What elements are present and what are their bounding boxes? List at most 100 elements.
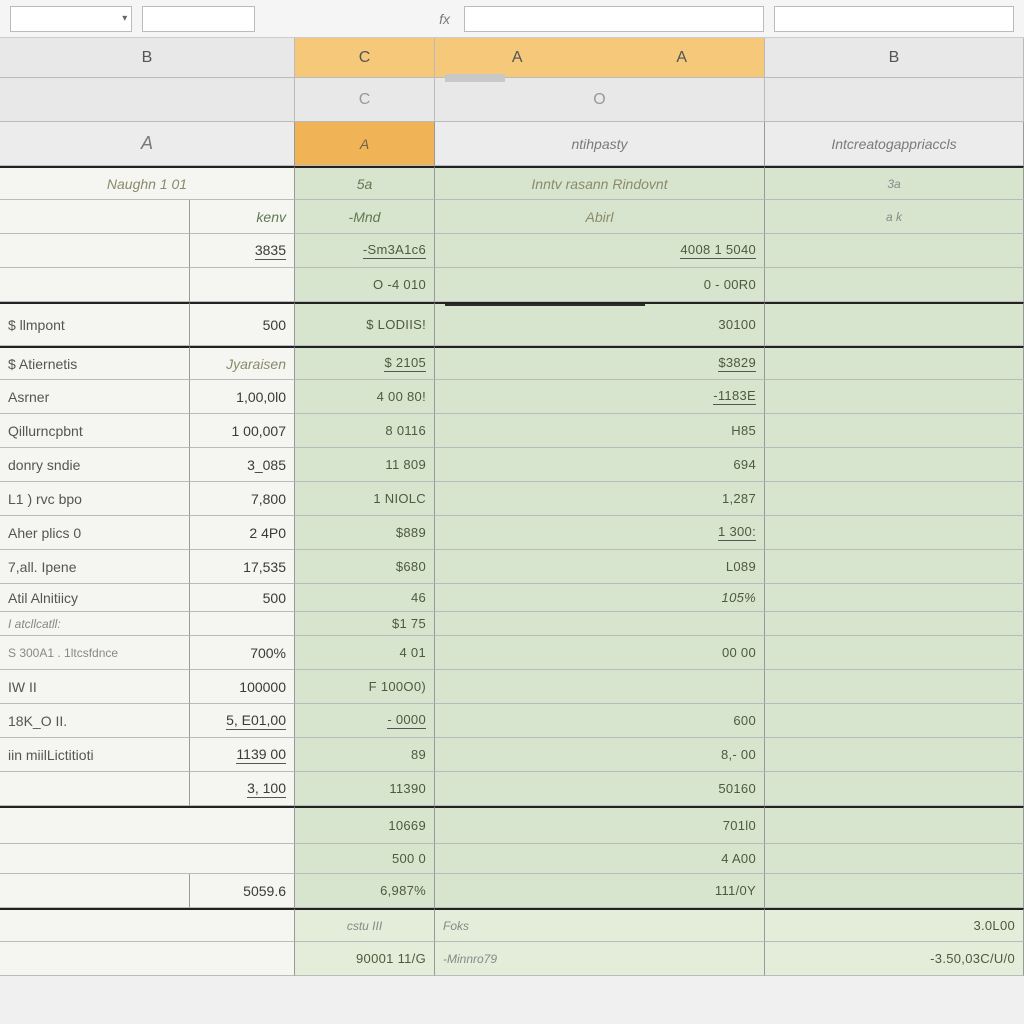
- cell[interactable]: [765, 268, 1024, 302]
- cell[interactable]: [0, 772, 190, 806]
- cell[interactable]: [765, 448, 1024, 482]
- cell[interactable]: [765, 806, 1024, 844]
- cell[interactable]: 694: [435, 448, 765, 482]
- fx-label[interactable]: fx: [435, 11, 454, 27]
- cell[interactable]: 11 809: [295, 448, 435, 482]
- cell-title-mid[interactable]: ntihpasty: [435, 122, 765, 166]
- cell[interactable]: IW II: [0, 670, 190, 704]
- col-header-B2[interactable]: B: [765, 38, 1024, 78]
- cell[interactable]: 90001 11/G: [295, 942, 435, 976]
- cell[interactable]: 600: [435, 704, 765, 738]
- cell[interactable]: 3_085: [190, 448, 295, 482]
- cell-header-e[interactable]: 3a: [765, 166, 1024, 200]
- cell[interactable]: [765, 636, 1024, 670]
- col-header-blank[interactable]: [0, 78, 295, 122]
- cell[interactable]: [765, 550, 1024, 584]
- cell[interactable]: [765, 584, 1024, 612]
- cell[interactable]: 1139 00: [190, 738, 295, 772]
- cell[interactable]: 700%: [190, 636, 295, 670]
- cell[interactable]: 00 00: [435, 636, 765, 670]
- cell[interactable]: 7,800: [190, 482, 295, 516]
- cell[interactable]: 500 0: [295, 844, 435, 874]
- cell-import-c[interactable]: $ LODIIS!: [295, 302, 435, 346]
- name-box[interactable]: ▾: [10, 6, 132, 32]
- cell[interactable]: Aher plics 0: [0, 516, 190, 550]
- cell[interactable]: 5, E01,00: [190, 704, 295, 738]
- cell[interactable]: 2 4P0: [190, 516, 295, 550]
- cell[interactable]: [0, 234, 190, 268]
- cell[interactable]: 89: [295, 738, 435, 772]
- cell-import-e[interactable]: [765, 302, 1024, 346]
- cell[interactable]: [190, 268, 295, 302]
- col-header-A-selected[interactable]: A A: [435, 38, 765, 78]
- cell[interactable]: 10669: [295, 806, 435, 844]
- cell[interactable]: Qillurncpbnt: [0, 414, 190, 448]
- cell[interactable]: 5059.6: [190, 874, 295, 908]
- cell[interactable]: 46: [295, 584, 435, 612]
- cell[interactable]: 6,987%: [295, 874, 435, 908]
- cell-sub-a[interactable]: [0, 200, 190, 234]
- cell[interactable]: $ Atiernetis: [0, 346, 190, 380]
- cell[interactable]: [435, 612, 765, 636]
- col-header-O[interactable]: O: [435, 78, 765, 122]
- cell[interactable]: 105%: [435, 584, 765, 612]
- cell-import-d[interactable]: 30100: [435, 302, 765, 346]
- cell[interactable]: [765, 346, 1024, 380]
- cell[interactable]: [0, 908, 295, 942]
- cell[interactable]: 1 00,007: [190, 414, 295, 448]
- cell[interactable]: 3835: [190, 234, 295, 268]
- cell[interactable]: -3.50,03C/U/0: [765, 942, 1024, 976]
- cell-title-A[interactable]: A: [0, 122, 295, 166]
- cell[interactable]: 3, 100: [190, 772, 295, 806]
- cell[interactable]: 1,00,0l0: [190, 380, 295, 414]
- cell[interactable]: 0 - 00R0: [435, 268, 765, 302]
- cell[interactable]: [765, 234, 1024, 268]
- cell[interactable]: 11390: [295, 772, 435, 806]
- cell[interactable]: $1 75: [295, 612, 435, 636]
- cell[interactable]: 7,all. Ipene: [0, 550, 190, 584]
- cell[interactable]: F 100O0): [295, 670, 435, 704]
- cell[interactable]: 1 NIOLC: [295, 482, 435, 516]
- cell[interactable]: cstu III: [295, 908, 435, 942]
- cell[interactable]: - 0000: [295, 704, 435, 738]
- cell[interactable]: L089: [435, 550, 765, 584]
- cell[interactable]: 3.0L00: [765, 908, 1024, 942]
- col-header-C2[interactable]: C: [295, 78, 435, 122]
- cell[interactable]: [765, 612, 1024, 636]
- cell-sub-b[interactable]: kenv: [190, 200, 295, 234]
- cell[interactable]: 4 01: [295, 636, 435, 670]
- cell[interactable]: [765, 670, 1024, 704]
- cell[interactable]: [0, 942, 295, 976]
- cell[interactable]: [0, 268, 190, 302]
- cell-title-A2[interactable]: A: [295, 122, 435, 166]
- cell[interactable]: L1 ) rvc bpo: [0, 482, 190, 516]
- cell[interactable]: 50160: [435, 772, 765, 806]
- cell[interactable]: [190, 612, 295, 636]
- cell[interactable]: [765, 772, 1024, 806]
- cell-sub-c[interactable]: -Mnd: [295, 200, 435, 234]
- cell[interactable]: 111/0Y: [435, 874, 765, 908]
- cell[interactable]: $3829: [435, 346, 765, 380]
- cell[interactable]: 701l0: [435, 806, 765, 844]
- cell[interactable]: 18K_O II.: [0, 704, 190, 738]
- cell[interactable]: [0, 874, 190, 908]
- cell[interactable]: -Minnro79: [435, 942, 765, 976]
- cell[interactable]: [0, 806, 295, 844]
- cell[interactable]: $680: [295, 550, 435, 584]
- cell-sub-e[interactable]: a k: [765, 200, 1024, 234]
- cell[interactable]: [765, 738, 1024, 772]
- cell[interactable]: [765, 414, 1024, 448]
- cell[interactable]: Asrner: [0, 380, 190, 414]
- name-box-2[interactable]: [142, 6, 255, 32]
- cell[interactable]: [765, 874, 1024, 908]
- cell[interactable]: 4 A00: [435, 844, 765, 874]
- cell-header-label[interactable]: Naughn 1 01: [0, 166, 295, 200]
- cell[interactable]: 100000: [190, 670, 295, 704]
- cell[interactable]: I atcllcatll:: [0, 612, 190, 636]
- cell-header-d[interactable]: Inntv rasann Rindovnt: [435, 166, 765, 200]
- cell-sub-d[interactable]: Abirl: [435, 200, 765, 234]
- cell[interactable]: [765, 516, 1024, 550]
- cell[interactable]: [765, 482, 1024, 516]
- col-header-B[interactable]: B: [0, 38, 295, 78]
- cell[interactable]: [765, 704, 1024, 738]
